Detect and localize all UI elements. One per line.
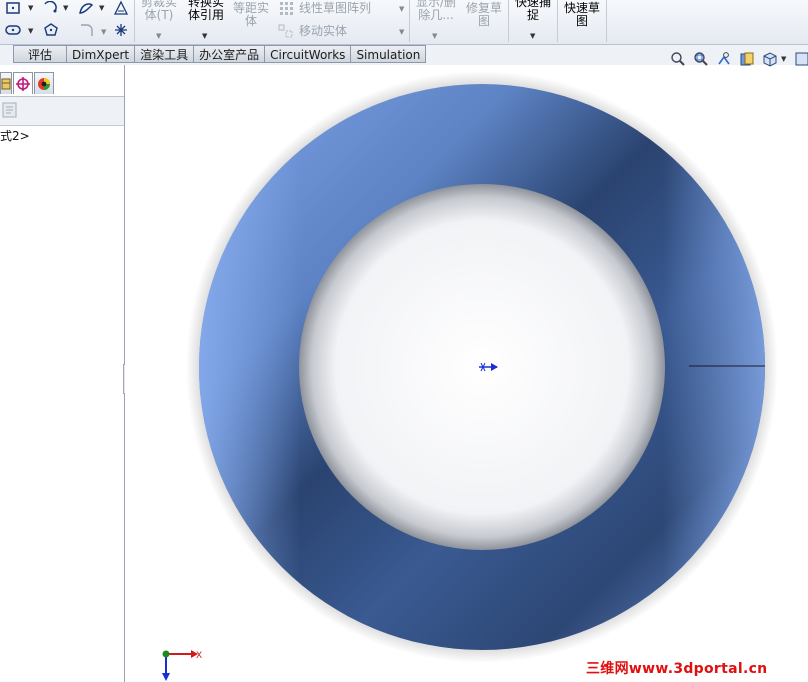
tab-circuitworks[interactable]: CircuitWorks: [265, 45, 352, 63]
separator: [134, 0, 135, 42]
crosshair-icon: [16, 76, 30, 91]
chevron-down-icon[interactable]: ▼: [399, 28, 404, 36]
display-delete-relations-button[interactable]: 显示/删 除几...: [413, 0, 459, 22]
slot-icon[interactable]: [5, 22, 21, 38]
tab-list: 评估 DimXpert 渲染工具 办公室产品 CircuitWorks Simu…: [13, 45, 427, 64]
property-manager-icon: [1, 78, 11, 89]
point-icon[interactable]: [113, 22, 129, 38]
separator: [606, 0, 607, 42]
spline-icon[interactable]: [78, 0, 94, 16]
tab-dimxpert[interactable]: DimXpert: [67, 45, 136, 63]
property-manager-tab[interactable]: [0, 72, 12, 94]
command-manager-tabs: 评估 DimXpert 渲染工具 办公室产品 CircuitWorks Simu…: [0, 45, 808, 65]
quick-snaps-button[interactable]: 快速捕 捉: [512, 0, 554, 22]
panel-toolbar: [0, 96, 124, 126]
feature-manager-panel: 式2>: [0, 65, 125, 682]
chevron-down-icon[interactable]: ▼: [530, 32, 535, 40]
repair-sketch-button[interactable]: 修复草 图: [462, 2, 506, 28]
axis-x-label: X: [196, 651, 202, 661]
tab-render-tools[interactable]: 渲染工具: [135, 45, 195, 63]
configuration-tree-item[interactable]: 式2>: [0, 127, 30, 144]
command-manager-ribbon: ▼ ▼ ▼ ▼ ▼ 剪裁实 体(T) ▼ 转换实 体引用 ▼ 等距实 体 线性草…: [0, 0, 808, 45]
chevron-down-icon[interactable]: ▼: [101, 28, 106, 36]
move-entities-icon[interactable]: [278, 23, 294, 39]
chevron-down-icon[interactable]: ▼: [399, 5, 404, 13]
linear-sketch-pattern-button[interactable]: 线性草图阵列: [299, 2, 371, 15]
separator: [557, 0, 558, 42]
arc-icon[interactable]: [43, 0, 59, 16]
polygon-icon[interactable]: [43, 22, 59, 38]
watermark: 三维网www.3dportal.cn: [586, 661, 768, 677]
text-icon[interactable]: [113, 0, 129, 16]
coordinate-triad: [162, 650, 198, 681]
filter-icon[interactable]: [2, 101, 18, 119]
fillet-icon[interactable]: [78, 22, 94, 38]
offset-entities-button[interactable]: 等距实 体: [230, 2, 272, 28]
move-entities-button[interactable]: 移动实体: [299, 25, 347, 38]
chevron-down-icon[interactable]: ▼: [156, 32, 161, 40]
configuration-manager-tab[interactable]: [13, 72, 33, 94]
display-manager-tab[interactable]: [34, 72, 54, 94]
rectangle-icon[interactable]: [5, 0, 21, 16]
tab-simulation[interactable]: Simulation: [351, 45, 427, 63]
separator: [409, 0, 410, 42]
chevron-down-icon[interactable]: ▼: [99, 4, 104, 12]
chevron-down-icon[interactable]: ▼: [28, 4, 33, 12]
chevron-down-icon[interactable]: ▼: [63, 4, 68, 12]
chevron-down-icon[interactable]: ▼: [781, 55, 786, 63]
panel-tabs: [0, 72, 55, 96]
trim-entities-button[interactable]: 剪裁实 体(T): [138, 0, 180, 22]
appearance-icon: [38, 77, 50, 90]
tab-evaluate[interactable]: 评估: [13, 45, 68, 63]
graphics-area[interactable]: ▼ X: [125, 52, 808, 682]
chevron-down-icon[interactable]: ▼: [432, 32, 437, 40]
ring-model[interactable]: X: [125, 65, 808, 682]
rapid-sketch-button[interactable]: 快速草 图: [561, 2, 603, 28]
tab-office-products[interactable]: 办公室产品: [194, 45, 266, 63]
separator: [508, 0, 509, 42]
chevron-down-icon[interactable]: ▼: [202, 32, 207, 40]
convert-entities-button[interactable]: 转换实 体引用: [183, 0, 229, 22]
chevron-down-icon[interactable]: ▼: [28, 27, 33, 35]
linear-pattern-icon[interactable]: [278, 0, 294, 16]
